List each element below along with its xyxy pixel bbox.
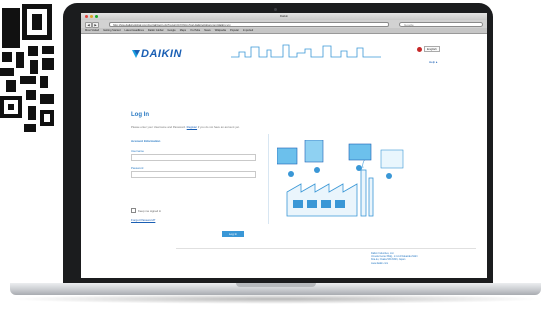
address-bar[interactable]: http://ww.daikinglobal.com/portal/login.… [109,21,389,27]
username-label: Username [131,149,144,153]
company-address: Daikin Industries, Ltd. Umeda Center Bld… [371,252,418,265]
bookmark-item[interactable]: Google [167,29,175,32]
laptop-notch [236,283,316,287]
website-link[interactable]: www.daikin.com [371,262,418,265]
daikin-logo-icon [132,50,140,58]
checkbox[interactable] [131,208,136,213]
remember-me[interactable]: Keep me signed in [131,208,161,213]
bookmark-item[interactable]: News [204,29,211,32]
remember-label: Keep me signed in [138,208,162,213]
intro-text: Please enter your Username and Password. [131,125,186,129]
bookmark-item[interactable]: YouTube [190,29,200,32]
username-field[interactable] [131,154,256,161]
bookmark-item[interactable]: Maps [180,29,186,32]
column-divider [268,134,269,224]
login-button[interactable]: Log In [222,231,244,237]
qr-code-icon [0,0,58,136]
language-selector[interactable]: English [417,46,440,52]
laptop-shadow [6,294,546,304]
password-field[interactable] [131,171,256,178]
flag-icon [417,46,422,52]
language-value: English [424,46,440,52]
footer-divider [176,248,476,249]
laptop-screen: Daikin ◀ ▶ http://ww.daikinglobal.com/po… [81,13,487,278]
bookmark-item[interactable]: Imported [243,29,253,32]
city-skyline-icon [231,44,381,58]
bookmark-item[interactable]: Popular [230,29,239,32]
section-heading: Account Information [131,139,161,143]
forgot-password-link[interactable]: Forgot Password? [131,218,155,222]
navigation-toolbar: ◀ ▶ http://ww.daikinglobal.com/portal/lo… [81,20,487,28]
bookmark-item[interactable]: Most Visited [85,29,99,32]
window-title: Daikin [279,14,289,18]
register-link[interactable]: Register [187,125,197,129]
daikin-logo[interactable]: DAIKIN [131,48,182,60]
help-link[interactable]: Help ▸ [429,60,438,64]
intro-text-end: if you do not have an account yet. [197,125,240,129]
bookmark-item[interactable]: Wikipedia [215,29,226,32]
building-illustration-icon [277,140,404,217]
bookmark-item[interactable]: Daikin Global [148,29,163,32]
brand-name: DAIKIN [141,48,182,60]
password-label: Password [131,166,144,170]
page-title: Log In [131,112,149,118]
login-intro: Please enter your Username and Password.… [131,125,240,129]
page-content: DAIKIN English Help ▸ Log In Please ente… [81,34,487,278]
bookmark-item[interactable]: Getting Started [103,29,120,32]
bookmark-item[interactable]: Latest Headlines [125,29,144,32]
camera-icon [274,8,277,11]
window-titlebar: Daikin [81,13,487,20]
search-input[interactable]: Google [399,21,483,27]
